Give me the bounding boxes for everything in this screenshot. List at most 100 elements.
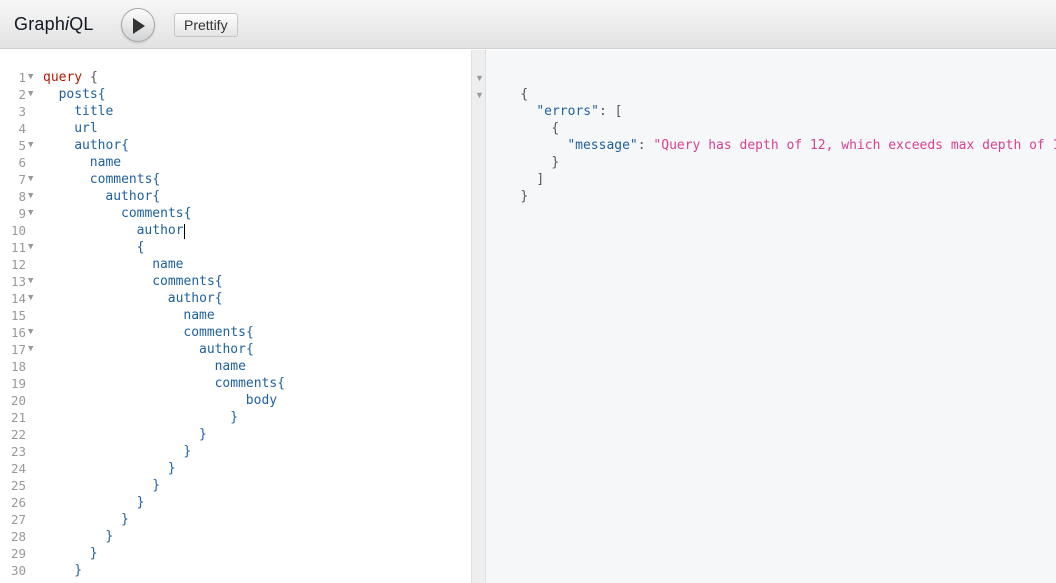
- result-line: "errors": [: [505, 86, 622, 119]
- line-number: 19: [10, 376, 26, 391]
- line-number: 5: [18, 138, 26, 153]
- query-code: }: [89, 546, 98, 561]
- query-line[interactable]: 22}: [0, 426, 471, 443]
- json-brace: }: [551, 155, 560, 170]
- fold-arrow-icon[interactable]: ▼: [28, 324, 33, 341]
- query-line[interactable]: 11 ▼ {: [0, 239, 471, 256]
- json-brace: }: [520, 189, 529, 204]
- query-line[interactable]: 25}: [0, 477, 471, 494]
- line-number: 15: [10, 308, 26, 323]
- query-code: author{: [167, 291, 223, 306]
- query-code: posts{: [58, 87, 106, 102]
- line-number: 3: [18, 104, 26, 119]
- query-line[interactable]: 12 name: [0, 256, 471, 273]
- query-line[interactable]: 30}: [0, 562, 471, 579]
- text-cursor: [183, 224, 185, 239]
- json-key-message: "message": [567, 138, 638, 153]
- line-number: 25: [10, 478, 26, 493]
- fold-arrow-icon[interactable]: ▼: [28, 137, 33, 154]
- fold-arrow-icon[interactable]: ▼: [28, 341, 33, 358]
- line-number: 13: [10, 274, 26, 289]
- query-line[interactable]: 23}: [0, 443, 471, 460]
- query-code: }: [136, 495, 145, 510]
- query-line[interactable]: 15 name: [0, 307, 471, 324]
- query-code: author{: [199, 342, 254, 357]
- line-number: 2: [18, 87, 26, 102]
- result-viewer: ▼ ▼ { "errors": [ { "message": "Query ha…: [472, 50, 1056, 583]
- query-code: }: [121, 512, 129, 527]
- fold-arrow-icon[interactable]: ▼: [475, 87, 484, 104]
- query-line[interactable]: 21}: [0, 409, 471, 426]
- query-code: query {: [43, 70, 98, 85]
- query-code: comments{: [214, 376, 286, 391]
- query-line[interactable]: 7 ▼ comments{: [0, 171, 471, 188]
- query-line[interactable]: 14 ▼ author{: [0, 290, 471, 307]
- query-line[interactable]: 4 url: [0, 120, 471, 137]
- fold-arrow-icon[interactable]: ▼: [28, 171, 33, 188]
- result-line: }: [520, 137, 559, 170]
- query-editor[interactable]: 1 ▼ query {2 ▼ posts{3 title 4 url 5 ▼ author{6 nam…: [0, 50, 471, 583]
- query-line[interactable]: 29}: [0, 545, 471, 562]
- fold-arrow-icon[interactable]: ▼: [475, 70, 484, 87]
- query-line[interactable]: 2 ▼ posts{: [0, 86, 471, 103]
- query-code: }: [230, 410, 239, 425]
- query-line[interactable]: 19 comments{: [0, 375, 471, 392]
- json-bracket: ]: [536, 172, 545, 187]
- app-title-prefix: Graph: [14, 14, 66, 34]
- query-line[interactable]: 5 ▼ author{: [0, 137, 471, 154]
- query-code: name: [214, 359, 246, 374]
- fold-arrow-icon[interactable]: ▼: [28, 86, 33, 103]
- query-line[interactable]: 9 ▼ comments{: [0, 205, 471, 222]
- query-line[interactable]: 13 ▼ comments{: [0, 273, 471, 290]
- execute-button[interactable]: [121, 8, 155, 42]
- play-icon: [133, 18, 145, 34]
- query-line[interactable]: 6 name: [0, 154, 471, 171]
- query-code: }: [74, 563, 83, 578]
- query-code: title: [74, 104, 114, 119]
- fold-arrow-icon[interactable]: ▼: [28, 273, 33, 290]
- query-line[interactable]: 18 name: [0, 358, 471, 375]
- line-number: 16: [10, 325, 26, 340]
- query-line[interactable]: 8 ▼ author{: [0, 188, 471, 205]
- query-line[interactable]: 17 ▼ author{: [0, 341, 471, 358]
- query-line[interactable]: 26}: [0, 494, 471, 511]
- query-line[interactable]: 3 title: [0, 103, 471, 120]
- line-number: 30: [10, 563, 26, 578]
- query-code: body: [245, 393, 278, 408]
- line-number: 10: [10, 223, 26, 238]
- line-number: 14: [10, 291, 26, 306]
- query-line[interactable]: 10 author: [0, 222, 471, 239]
- query-code: comments{: [121, 206, 192, 221]
- line-number: 6: [18, 155, 26, 170]
- query-code: {: [136, 240, 145, 255]
- line-number: 22: [10, 427, 26, 442]
- fold-arrow-icon[interactable]: ▼: [28, 69, 33, 86]
- query-code: author{: [74, 138, 129, 153]
- prettify-button[interactable]: Prettify: [174, 13, 238, 37]
- query-line[interactable]: 16 ▼ comments{: [0, 324, 471, 341]
- query-line[interactable]: 27}: [0, 511, 471, 528]
- result-line: {: [489, 69, 528, 102]
- line-number: 18: [10, 359, 26, 374]
- line-number: 24: [10, 461, 26, 476]
- query-code: }: [199, 427, 207, 442]
- query-code: name: [89, 155, 122, 170]
- line-number: 28: [10, 529, 26, 544]
- result-line: "message": "Query has depth of 12, which…: [536, 120, 1056, 153]
- query-code: }: [167, 461, 176, 476]
- result-gutter: [472, 50, 486, 583]
- query-line[interactable]: 24}: [0, 460, 471, 477]
- line-number: 20: [10, 393, 26, 408]
- fold-arrow-icon[interactable]: ▼: [28, 188, 33, 205]
- query-line[interactable]: 1 ▼ query {: [0, 69, 471, 86]
- app-title: GraphiQL: [14, 14, 94, 35]
- result-line: }: [489, 171, 528, 204]
- json-colon: :: [598, 104, 615, 119]
- fold-arrow-icon[interactable]: ▼: [28, 205, 33, 222]
- fold-arrow-icon[interactable]: ▼: [28, 239, 33, 256]
- query-line[interactable]: 28}: [0, 528, 471, 545]
- query-code: author{: [105, 189, 161, 204]
- fold-arrow-icon[interactable]: ▼: [28, 290, 33, 307]
- line-number: 4: [18, 121, 26, 136]
- query-line[interactable]: 20 body: [0, 392, 471, 409]
